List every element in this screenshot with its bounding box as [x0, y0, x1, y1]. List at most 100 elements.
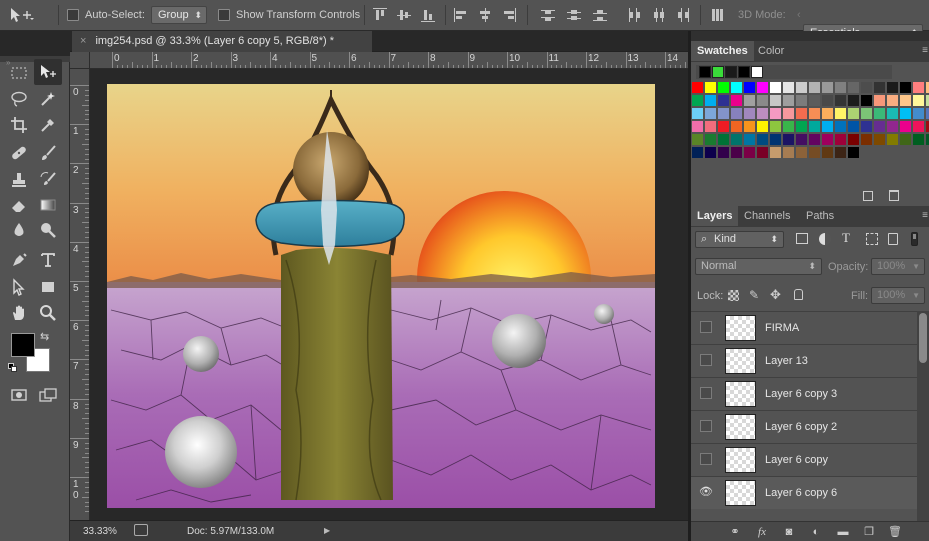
color-swatch[interactable]	[809, 134, 820, 145]
color-swatch[interactable]	[835, 121, 846, 132]
recent-swatch[interactable]	[712, 66, 724, 78]
color-swatch[interactable]	[835, 82, 846, 93]
blur-tool[interactable]	[5, 217, 33, 243]
opacity-field[interactable]: 100% ▼	[871, 258, 925, 275]
vertical-ruler[interactable]: 0 1 2 3 4 5 6 7 8 9 1 0	[70, 69, 90, 520]
color-swatch[interactable]	[848, 108, 859, 119]
color-swatch[interactable]	[874, 108, 885, 119]
layer-style-icon[interactable]: fx	[755, 526, 769, 538]
color-swatch[interactable]	[718, 121, 729, 132]
color-swatch[interactable]	[796, 95, 807, 106]
zoom-tool[interactable]	[34, 300, 62, 326]
color-swatch[interactable]	[757, 121, 768, 132]
layer-row[interactable]: Layer 6 copy 3	[691, 377, 917, 410]
filter-type-icon[interactable]: T	[842, 230, 850, 246]
color-swatch[interactable]	[874, 121, 885, 132]
color-swatch[interactable]	[705, 121, 716, 132]
blend-mode-dropdown[interactable]: Normal ⬍	[695, 258, 822, 275]
foreground-color-swatch-top[interactable]	[11, 333, 35, 357]
align-bottom-icon[interactable]	[421, 8, 435, 22]
lock-all-icon[interactable]	[794, 289, 803, 300]
color-swatch[interactable]	[861, 95, 872, 106]
color-swatch[interactable]	[835, 134, 846, 145]
color-swatch[interactable]	[692, 82, 703, 93]
color-swatch[interactable]	[913, 134, 924, 145]
color-swatch[interactable]	[770, 134, 781, 145]
delete-swatch-icon[interactable]	[889, 190, 899, 201]
color-swatch[interactable]	[770, 108, 781, 119]
layer-name[interactable]: Layer 6 copy	[765, 454, 828, 466]
layer-row[interactable]: Layer 13	[691, 344, 917, 377]
eye-icon[interactable]: 👁	[699, 487, 713, 498]
color-swatch[interactable]	[783, 147, 794, 158]
color-swatch[interactable]	[822, 95, 833, 106]
color-swatch[interactable]	[796, 108, 807, 119]
color-swatch[interactable]	[913, 121, 924, 132]
color-swatch[interactable]	[718, 108, 729, 119]
color-swatch[interactable]	[796, 121, 807, 132]
color-swatch[interactable]	[705, 147, 716, 158]
layer-filter-kind[interactable]: ⌕ Kind ⬍	[695, 231, 784, 248]
color-swatch[interactable]	[744, 95, 755, 106]
auto-align-layers-icon[interactable]	[711, 8, 725, 22]
document-info[interactable]: Doc: 5.97M/133.0M	[187, 526, 274, 537]
align-top-icon[interactable]	[373, 8, 387, 22]
dodge-tool[interactable]	[34, 217, 62, 243]
color-swatch[interactable]	[887, 121, 898, 132]
color-swatch[interactable]	[913, 95, 924, 106]
zoom-level[interactable]: 33.33%	[83, 526, 117, 537]
color-swatch[interactable]	[718, 95, 729, 106]
history-brush-tool[interactable]	[34, 167, 62, 193]
add-mask-icon[interactable]: ◙	[782, 526, 796, 538]
layer-name[interactable]: Layer 6 copy 3	[765, 388, 837, 400]
layer-row[interactable]: FIRMA	[691, 311, 917, 344]
color-swatch[interactable]	[861, 82, 872, 93]
color-swatch[interactable]	[796, 134, 807, 145]
adjustment-layer-icon[interactable]: ◐	[809, 526, 823, 538]
color-swatch[interactable]	[783, 108, 794, 119]
clone-stamp-tool[interactable]	[5, 167, 33, 193]
color-swatch[interactable]	[822, 82, 833, 93]
color-swatch[interactable]	[757, 134, 768, 145]
layer-name[interactable]: Layer 6 copy 2	[765, 421, 837, 433]
pen-tool[interactable]	[5, 247, 33, 273]
auto-select-dropdown[interactable]: Group ⬍	[151, 6, 207, 24]
color-swatch[interactable]	[757, 82, 768, 93]
lock-transparent-icon[interactable]	[728, 290, 739, 301]
marquee-tool[interactable]	[5, 60, 33, 86]
recent-swatch[interactable]	[738, 66, 750, 78]
canvas-area[interactable]	[91, 70, 688, 520]
color-swatch[interactable]	[848, 82, 859, 93]
color-swatch[interactable]	[900, 82, 911, 93]
delete-layer-icon[interactable]: 🗑	[888, 526, 902, 538]
close-tab-icon[interactable]: ×	[80, 35, 86, 47]
color-swatch[interactable]	[718, 147, 729, 158]
screen-mode-tool[interactable]	[34, 382, 62, 408]
color-swatch[interactable]	[731, 134, 742, 145]
color-swatch[interactable]	[887, 108, 898, 119]
color-swatch[interactable]	[692, 147, 703, 158]
new-group-icon[interactable]: ▬	[836, 526, 850, 538]
layer-row[interactable]: Layer 6 copy	[691, 443, 917, 476]
auto-select-checkbox[interactable]	[67, 6, 79, 24]
color-swatch[interactable]	[861, 121, 872, 132]
quick-mask-tool[interactable]	[5, 382, 33, 408]
color-swatch[interactable]	[731, 108, 742, 119]
fill-field[interactable]: 100% ▼	[871, 287, 925, 304]
layer-list-scrollbar[interactable]	[917, 311, 929, 521]
layer-row[interactable]: Layer 6 copy 2	[691, 410, 917, 443]
align-horizontal-center-icon[interactable]	[478, 8, 492, 22]
color-swatch[interactable]	[874, 82, 885, 93]
healing-brush-tool[interactable]	[5, 140, 33, 166]
default-colors-icon[interactable]	[8, 363, 18, 373]
color-swatch[interactable]	[822, 147, 833, 158]
tab-swatches[interactable]: Swatches	[691, 41, 754, 61]
color-swatch[interactable]	[913, 108, 924, 119]
color-swatch[interactable]	[809, 82, 820, 93]
color-swatch[interactable]	[757, 108, 768, 119]
color-swatch[interactable]	[718, 134, 729, 145]
checkbox-box[interactable]	[67, 9, 79, 21]
color-swatch[interactable]	[705, 95, 716, 106]
document-tab[interactable]: × img254.psd @ 33.3% (Layer 6 copy 5, RGB…	[72, 31, 372, 52]
color-swatch[interactable]	[770, 147, 781, 158]
